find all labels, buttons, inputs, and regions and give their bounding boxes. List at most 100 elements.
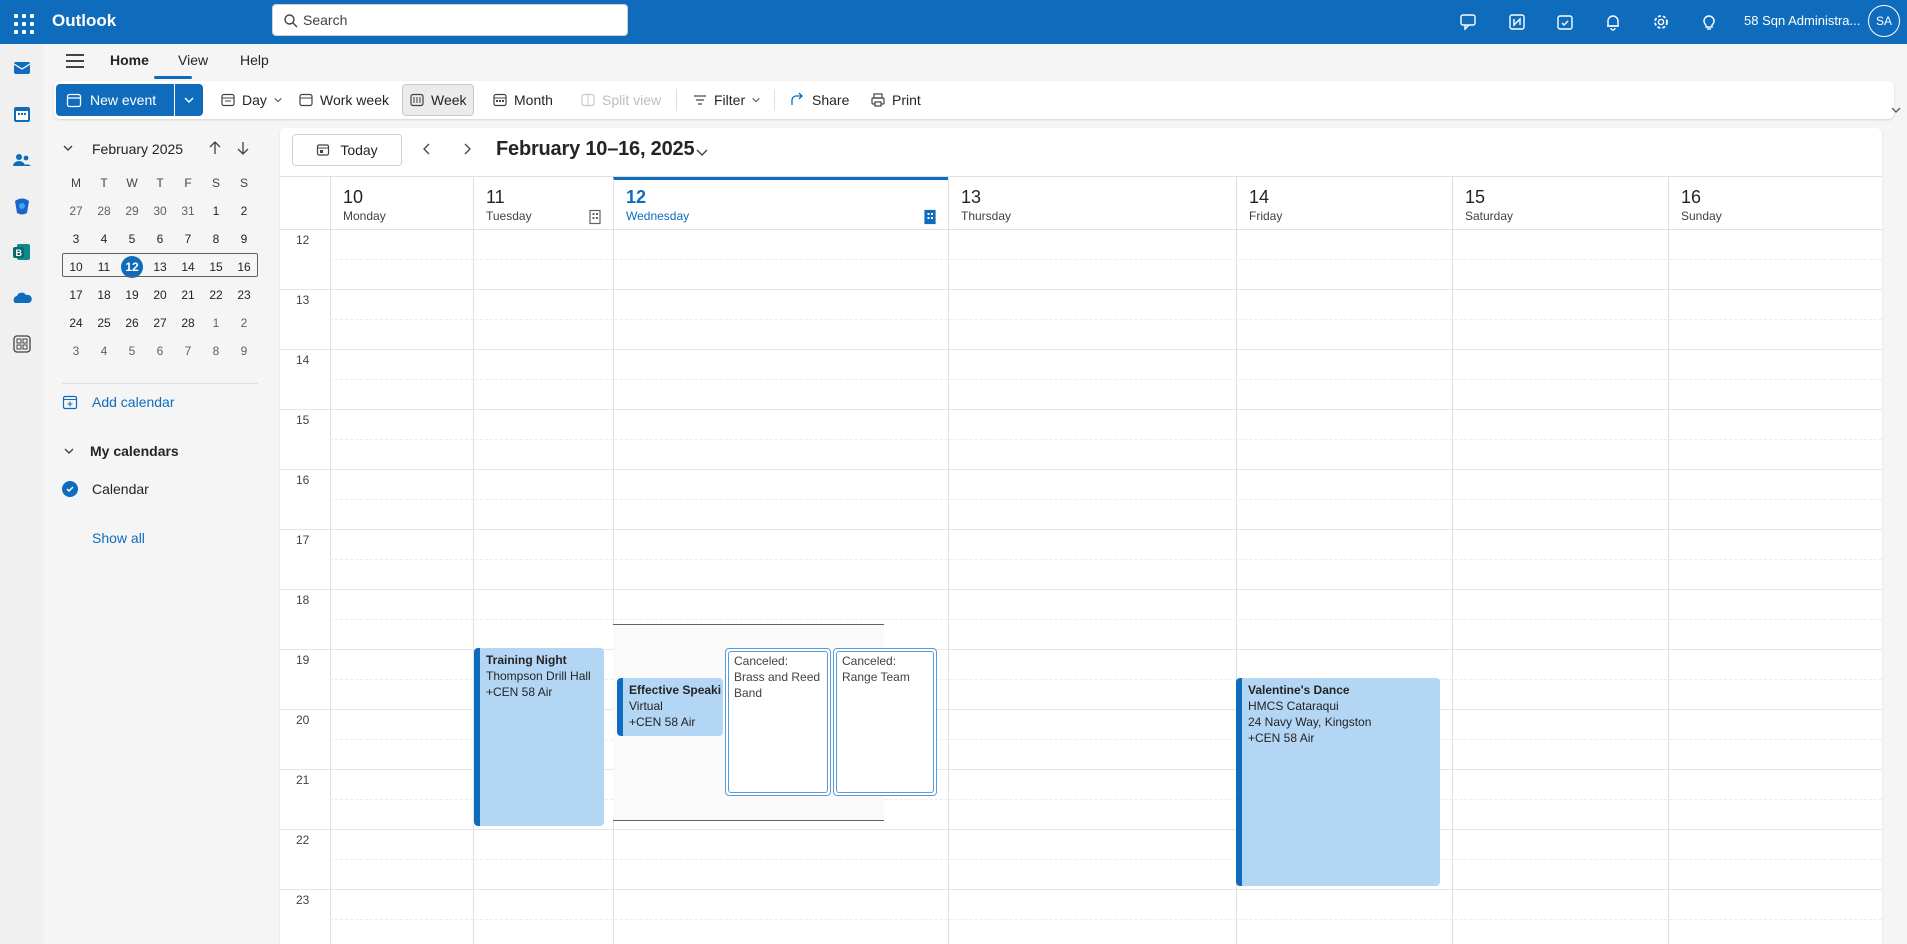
mini-day[interactable]: 7 (174, 228, 202, 250)
bookings-icon[interactable]: B (8, 238, 36, 266)
mini-day[interactable]: 8 (202, 228, 230, 250)
mini-day[interactable]: 6 (146, 340, 174, 362)
day-header-monday[interactable]: 10 Monday (330, 177, 473, 231)
mini-day[interactable]: 1 (202, 200, 230, 222)
calendar-checkbox-item[interactable]: Calendar (62, 481, 149, 497)
day-header-tuesday[interactable]: 11 Tuesday (473, 177, 613, 231)
tab-home[interactable]: Home (110, 52, 149, 68)
mini-day[interactable]: 27 (62, 200, 90, 222)
event-canceled-range-team[interactable]: Canceled: Range Team (833, 648, 937, 796)
teams-chat-icon[interactable] (1454, 8, 1484, 36)
checkmark-icon[interactable] (62, 481, 78, 497)
hour-row[interactable]: 22 (280, 830, 1882, 890)
mini-day[interactable]: 9 (230, 228, 258, 250)
mini-day[interactable]: 20 (146, 284, 174, 306)
add-calendar-link[interactable]: Add calendar (62, 394, 175, 410)
day-view-button[interactable]: Day (214, 84, 289, 116)
mini-day[interactable]: 4 (90, 340, 118, 362)
day-header-friday[interactable]: 14 Friday (1236, 177, 1452, 231)
print-button[interactable]: Print (864, 84, 927, 116)
mini-day[interactable]: 28 (174, 312, 202, 334)
mini-day[interactable]: 5 (118, 340, 146, 362)
day-header-thursday[interactable]: 13 Thursday (948, 177, 1236, 231)
mini-day[interactable]: 23 (230, 284, 258, 306)
month-view-button[interactable]: Month (486, 84, 559, 116)
new-event-dropdown[interactable] (175, 84, 203, 116)
mini-calendar-month[interactable]: February 2025 (92, 141, 183, 157)
mini-day[interactable]: 17 (62, 284, 90, 306)
mini-day[interactable]: 2 (230, 312, 258, 334)
mini-day[interactable]: 18 (90, 284, 118, 306)
hour-row[interactable]: 23 (280, 890, 1882, 944)
share-button[interactable]: Share (784, 84, 855, 116)
mini-day[interactable]: 24 (62, 312, 90, 334)
mini-day[interactable]: 6 (146, 228, 174, 250)
mini-day[interactable]: 22 (202, 284, 230, 306)
more-apps-icon[interactable] (8, 330, 36, 358)
work-location-building-icon[interactable] (923, 209, 937, 225)
previous-month-arrow-icon[interactable] (208, 140, 222, 156)
mini-day[interactable]: 4 (90, 228, 118, 250)
mini-day[interactable]: 29 (118, 200, 146, 222)
tab-view[interactable]: View (178, 52, 208, 68)
mini-day[interactable]: 27 (146, 312, 174, 334)
mini-day[interactable]: 8 (202, 340, 230, 362)
mini-day[interactable]: 3 (62, 340, 90, 362)
collapse-chevron-icon[interactable] (62, 142, 74, 154)
search-input[interactable] (303, 5, 619, 35)
tab-help[interactable]: Help (240, 52, 269, 68)
new-event-button[interactable]: New event (56, 84, 174, 116)
mail-icon[interactable] (8, 54, 36, 82)
mini-day[interactable]: 1 (202, 312, 230, 334)
event-valentines-dance[interactable]: Valentine's Dance HMCS Cataraqui 24 Navy… (1236, 678, 1440, 886)
mini-day[interactable]: 30 (146, 200, 174, 222)
mini-day[interactable]: 28 (90, 200, 118, 222)
day-header-wednesday[interactable]: 12 Wednesday (613, 177, 948, 231)
hour-row[interactable]: 13 (280, 290, 1882, 350)
hour-row[interactable]: 18 (280, 590, 1882, 650)
week-view-button[interactable]: Week (402, 84, 474, 116)
app-launcher-icon[interactable] (10, 10, 34, 34)
today-button[interactable]: Today (292, 134, 402, 166)
settings-gear-icon[interactable] (1646, 8, 1676, 36)
day-header-saturday[interactable]: 15 Saturday (1452, 177, 1668, 231)
my-day-icon[interactable] (1550, 8, 1580, 36)
next-week-chevron-icon[interactable] (460, 142, 474, 156)
hour-row[interactable]: 15 (280, 410, 1882, 470)
work-location-building-icon[interactable] (588, 209, 602, 225)
people-icon[interactable] (8, 146, 36, 174)
mini-day[interactable]: 31 (174, 200, 202, 222)
hour-row[interactable]: 16 (280, 470, 1882, 530)
search-box[interactable] (272, 4, 628, 36)
mini-day[interactable]: 21 (174, 284, 202, 306)
onedrive-icon[interactable] (8, 284, 36, 312)
calendar-icon[interactable] (8, 100, 36, 128)
work-week-button[interactable]: Work week (292, 84, 395, 116)
my-calendars-group[interactable]: My calendars (62, 443, 179, 459)
chevron-down-icon[interactable] (695, 145, 709, 159)
filter-button[interactable]: Filter (686, 84, 767, 116)
day-header-sunday[interactable]: 16 Sunday (1668, 177, 1882, 231)
mini-day[interactable]: 2 (230, 200, 258, 222)
notifications-bell-icon[interactable] (1598, 8, 1628, 36)
mini-day[interactable]: 26 (118, 312, 146, 334)
previous-week-chevron-icon[interactable] (420, 142, 434, 156)
mini-day[interactable]: 5 (118, 228, 146, 250)
mini-day[interactable]: 25 (90, 312, 118, 334)
mini-day[interactable]: 9 (230, 340, 258, 362)
tips-lightbulb-icon[interactable] (1694, 8, 1724, 36)
account-name[interactable]: 58 Sqn Administra... (1744, 13, 1860, 28)
ribbon-collapse-chevron-icon[interactable] (1890, 104, 1902, 116)
split-view-button[interactable]: Split view (574, 84, 667, 116)
mini-day[interactable]: 3 (62, 228, 90, 250)
mini-day[interactable]: 19 (118, 284, 146, 306)
event-training-night[interactable]: Training Night Thompson Drill Hall +CEN … (474, 648, 604, 826)
hour-row[interactable]: 14 (280, 350, 1882, 410)
date-range-title[interactable]: February 10–16, 2025 (496, 138, 695, 161)
mini-day[interactable]: 7 (174, 340, 202, 362)
onenote-feed-icon[interactable] (1502, 8, 1532, 36)
hour-row[interactable]: 12 (280, 230, 1882, 290)
menu-hamburger-icon[interactable] (66, 54, 84, 70)
event-canceled-brass-band[interactable]: Canceled: Brass and Reed Band (725, 648, 831, 796)
app-title[interactable]: Outlook (52, 11, 116, 31)
